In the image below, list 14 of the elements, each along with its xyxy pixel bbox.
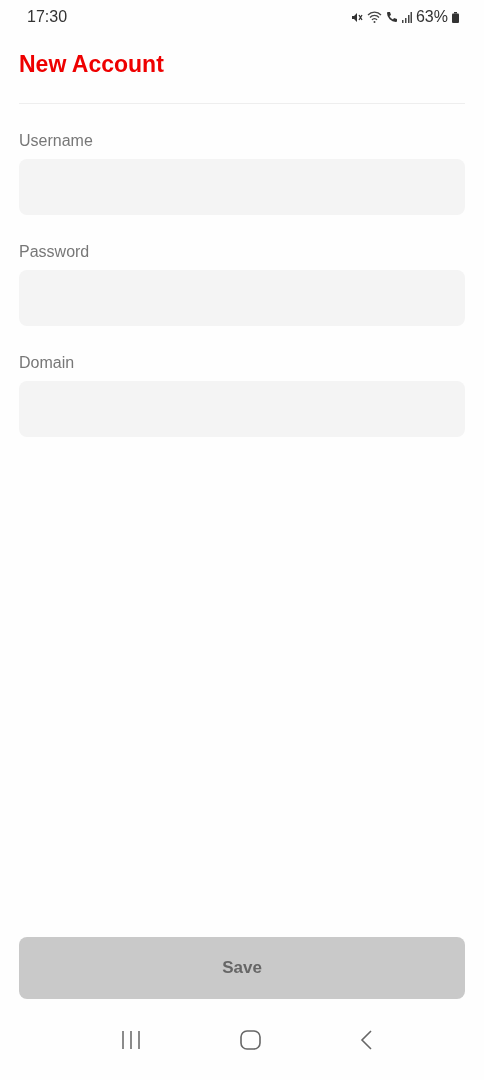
mute-icon [350,11,363,23]
wifi-icon [366,11,382,23]
field-label: Domain [19,354,76,372]
recent-apps-icon[interactable] [120,1030,141,1049]
back-icon[interactable] [359,1029,372,1050]
page-title: New Account [19,50,165,78]
field-label: Password [19,243,91,261]
status-time: 17:30 [27,8,68,26]
battery-percent: 63% [415,8,448,26]
signal-icon [401,11,412,23]
home-icon[interactable] [239,1029,261,1050]
field-label: Username [19,132,94,150]
call-icon [385,11,398,23]
battery-icon [452,11,459,23]
